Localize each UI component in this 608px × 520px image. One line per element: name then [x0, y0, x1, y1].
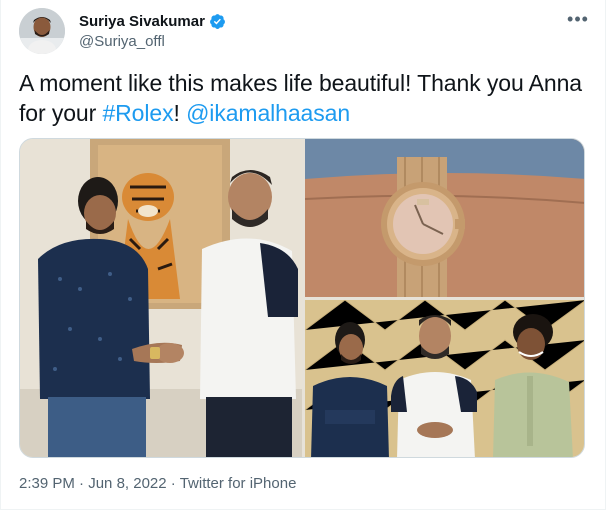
three-men-photo-icon [305, 300, 584, 457]
author-display-name[interactable]: Suriya Sivakumar [79, 13, 205, 30]
tweet-text: A moment like this makes life beautiful!… [19, 68, 589, 128]
ellipsis-icon: ••• [567, 8, 589, 29]
author-handle[interactable]: @Suriya_offl [79, 33, 226, 50]
hashtag-link[interactable]: #Rolex [102, 100, 173, 126]
handshake-photo-icon [20, 139, 302, 457]
tweet-header: Suriya Sivakumar @Suriya_offl ••• [19, 8, 588, 56]
author-avatar[interactable] [19, 8, 65, 54]
meta-separator-2: · [166, 475, 180, 492]
wristwatch-photo-icon [305, 139, 584, 297]
mention-link[interactable]: @ikamalhaasan [186, 100, 350, 126]
photo-three-men[interactable] [305, 300, 584, 457]
photo-wristwatch[interactable] [305, 139, 584, 297]
author-names: Suriya Sivakumar @Suriya_offl [79, 11, 226, 50]
photo-handshake[interactable] [20, 139, 302, 457]
media-grid [19, 138, 585, 458]
tweet-meta: 2:39 PM · Jun 8, 2022 · Twitter for iPho… [19, 475, 296, 492]
tweet-source[interactable]: Twitter for iPhone [180, 475, 297, 492]
tweet-time[interactable]: 2:39 PM [19, 475, 75, 492]
more-options-button[interactable]: ••• [563, 8, 593, 30]
verified-badge-icon [209, 13, 226, 30]
tweet-date[interactable]: Jun 8, 2022 [88, 475, 166, 492]
meta-separator: · [74, 475, 89, 492]
display-name-row: Suriya Sivakumar [79, 11, 226, 31]
tweet-text-punct: ! [173, 100, 187, 126]
tweet-card[interactable]: Suriya Sivakumar @Suriya_offl ••• A mome… [0, 0, 606, 510]
profile-photo-icon [19, 8, 65, 54]
